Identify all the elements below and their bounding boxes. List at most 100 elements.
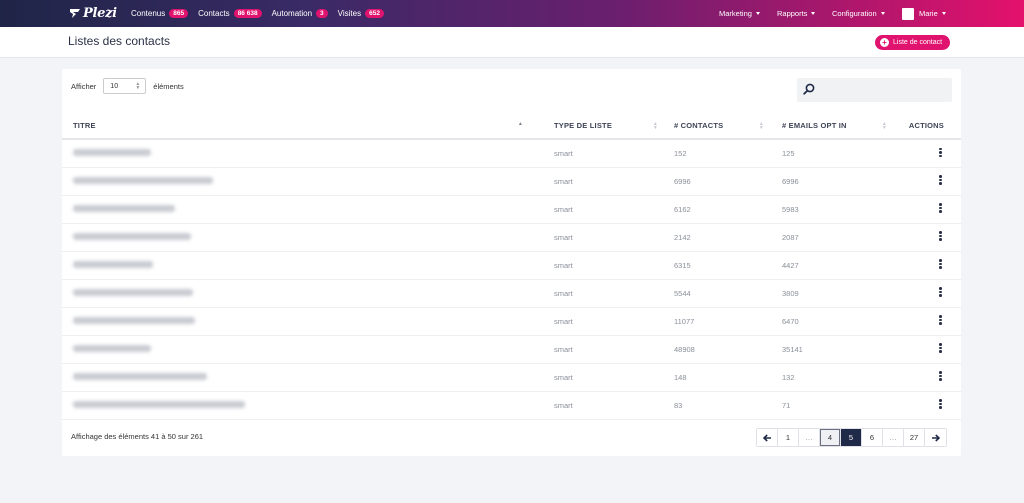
kebab-menu-icon[interactable] <box>939 174 942 186</box>
cell-type: smart <box>544 279 666 308</box>
kebab-menu-icon[interactable] <box>939 230 942 242</box>
kebab-menu-icon[interactable] <box>939 314 942 326</box>
table-row[interactable]: smart 48908 35141 <box>62 335 961 364</box>
blurred-title <box>73 344 151 352</box>
table-row[interactable]: smart 2142 2087 <box>62 223 961 252</box>
kebab-menu-icon[interactable] <box>939 370 942 382</box>
cell-type: smart <box>544 307 666 336</box>
cell-title[interactable] <box>62 223 544 252</box>
select-arrows-icon: ▲ ▼ <box>135 81 141 91</box>
arrow-right-icon <box>932 433 940 442</box>
nav-dropdown-configuration[interactable]: Configuration <box>832 0 885 27</box>
blurred-title <box>73 288 193 296</box>
next-page-button[interactable] <box>925 429 946 446</box>
search-input[interactable] <box>797 78 952 102</box>
table-row[interactable]: smart 152 125 <box>62 139 961 168</box>
kebab-menu-icon[interactable] <box>939 398 942 410</box>
cell-type: smart <box>544 167 666 196</box>
cell-optin: 125 <box>772 139 895 168</box>
cell-actions <box>895 223 961 252</box>
blurred-title <box>73 400 245 408</box>
cell-contacts: 2142 <box>666 223 772 252</box>
column-label: # EMAILS OPT IN <box>782 121 847 130</box>
page-button[interactable]: 27 <box>904 429 925 446</box>
blurred-title <box>73 316 195 324</box>
table-row[interactable]: smart 148 132 <box>62 363 961 392</box>
add-contact-list-button[interactable]: + Liste de contact <box>875 35 951 50</box>
cell-type: smart <box>544 391 666 420</box>
nav-item-automation[interactable]: Automation 3 <box>272 9 328 18</box>
cell-optin: 132 <box>772 363 895 392</box>
column-header-optin[interactable]: # EMAILS OPT IN ▲ ▼ <box>772 113 895 140</box>
add-button-label: Liste de contact <box>893 39 943 46</box>
cell-title[interactable] <box>62 391 544 420</box>
cell-actions <box>895 251 961 280</box>
nav-item-contenus[interactable]: Contenus 865 <box>131 9 189 18</box>
page-length-control: Afficher 10 ▲ ▼ éléments <box>71 78 184 94</box>
cell-optin: 35141 <box>772 335 895 364</box>
plezi-logo-icon <box>70 9 80 18</box>
nav-item-contacts[interactable]: Contacts 86 638 <box>198 9 262 18</box>
table-row[interactable]: smart 6315 4427 <box>62 251 961 280</box>
cell-title[interactable] <box>62 251 544 280</box>
table-row[interactable]: smart 6996 6996 <box>62 167 961 196</box>
plus-icon: + <box>880 38 889 47</box>
table-row[interactable]: smart 11077 6470 <box>62 307 961 336</box>
nav-label: Contacts <box>198 9 230 18</box>
page-button-active[interactable]: 5 <box>841 429 862 446</box>
nav-item-visites[interactable]: Visites 652 <box>338 9 384 18</box>
cell-contacts: 11077 <box>666 307 772 336</box>
table-row[interactable]: smart 5544 3809 <box>62 279 961 308</box>
cell-type: smart <box>544 139 666 168</box>
page-length-select[interactable]: 10 ▲ ▼ <box>103 78 147 94</box>
nav-label: Visites <box>337 9 362 18</box>
cell-type: smart <box>544 335 666 364</box>
nav-badge: 86 638 <box>233 9 262 18</box>
nav-dropdown-label: Rapports <box>777 9 808 18</box>
column-label: ACTIONS <box>908 121 944 130</box>
page-button[interactable]: 1 <box>778 429 799 446</box>
cell-contacts: 6315 <box>666 251 772 280</box>
blurred-title <box>73 176 213 184</box>
column-header-title[interactable]: TITRE ▲ <box>62 113 544 140</box>
table-row[interactable]: smart 83 71 <box>62 391 961 420</box>
kebab-menu-icon[interactable] <box>939 147 942 159</box>
user-menu[interactable]: Marie <box>902 0 946 27</box>
cell-title[interactable] <box>62 167 544 196</box>
blurred-title <box>73 372 207 380</box>
cell-title[interactable] <box>62 195 544 224</box>
kebab-menu-icon[interactable] <box>939 286 942 298</box>
cell-title[interactable] <box>62 335 544 364</box>
nav-label: Contenus <box>131 9 166 18</box>
nav-dropdown-rapports[interactable]: Rapports <box>777 0 816 27</box>
column-header-type[interactable]: TYPE DE LISTE ▲ ▼ <box>544 113 666 140</box>
plezi-logo[interactable]: Plezi <box>69 6 121 21</box>
cell-contacts: 6162 <box>666 195 772 224</box>
cell-title[interactable] <box>62 307 544 336</box>
cell-optin: 4427 <box>772 251 895 280</box>
prev-page-button[interactable] <box>757 429 778 446</box>
cell-type: smart <box>544 223 666 252</box>
kebab-menu-icon[interactable] <box>939 202 942 214</box>
cell-contacts: 6996 <box>666 167 772 196</box>
table-row[interactable]: smart 6162 5983 <box>62 195 961 224</box>
blurred-title <box>73 204 175 212</box>
page-ellipsis: … <box>883 429 904 446</box>
nav-dropdown-marketing[interactable]: Marketing <box>719 0 760 27</box>
cell-actions <box>895 195 961 224</box>
cell-title[interactable] <box>62 139 544 168</box>
cell-title[interactable] <box>62 363 544 392</box>
sort-icon: ▲ ▼ <box>758 121 764 131</box>
page-button[interactable]: 4 <box>820 429 841 446</box>
page-button[interactable]: 6 <box>862 429 883 446</box>
kebab-menu-icon[interactable] <box>939 342 942 354</box>
nav-badge: 865 <box>169 9 189 18</box>
cell-title[interactable] <box>62 279 544 308</box>
column-label: # CONTACTS <box>674 121 724 130</box>
cell-actions <box>895 335 961 364</box>
sort-asc-icon: ▲ <box>517 121 523 127</box>
blurred-title <box>73 232 191 240</box>
column-header-contacts[interactable]: # CONTACTS ▲ ▼ <box>666 113 772 140</box>
kebab-menu-icon[interactable] <box>939 258 942 270</box>
table-info: Affichage des éléments 41 à 50 sur 261 <box>71 432 204 441</box>
